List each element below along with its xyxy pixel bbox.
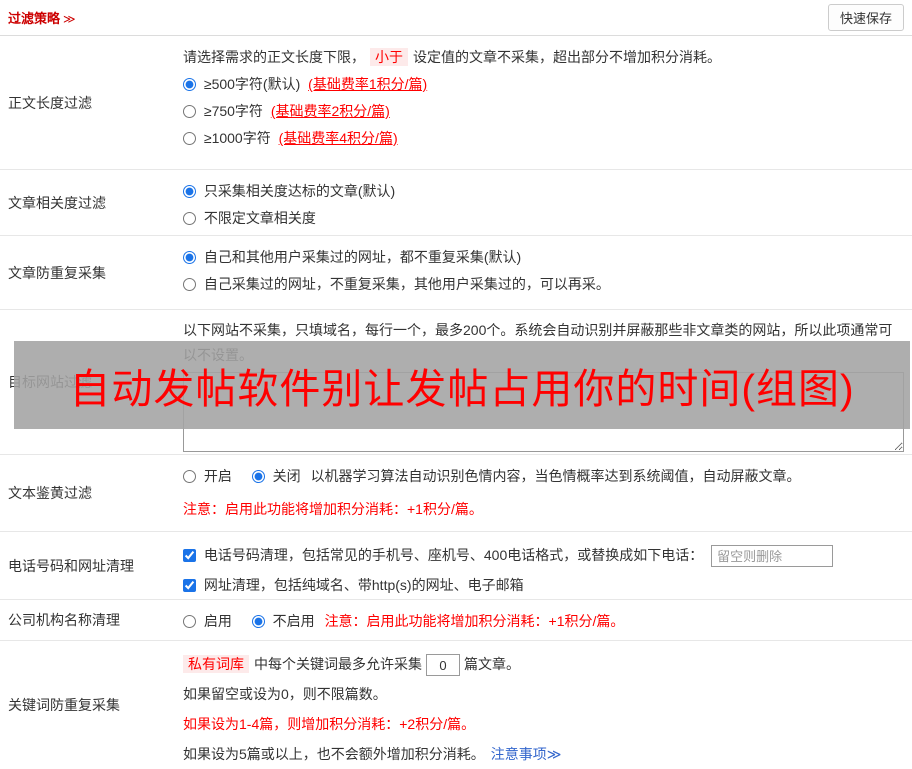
keyword-limit-label: 关键词防重复采集 xyxy=(8,696,120,713)
section-phone-url-clean: 电话号码和网址清理 电话号码清理，包括常见的手机号、座机号、400电话格式，或替… xyxy=(0,532,912,600)
length-option-500-rate: (基础费率1积分/篇) xyxy=(308,76,428,92)
porn-option-off-label: 关闭 xyxy=(272,468,301,484)
keyword-limit-note-five-text: 如果设为5篇或以上，也不会额外增加积分消耗。 xyxy=(183,746,485,762)
section-length-filter: 正文长度过滤 请选择需求的正文长度下限， 小于 设定值的文章不采集，超出部分不增加积… xyxy=(0,36,912,170)
section-dedup-filter: 文章防重复采集 自己和其他用户采集过的网址，都不重复采集(默认) 自己采集过的网… xyxy=(0,236,912,310)
phone-clean-label: 电话号码清理，包括常见的手机号、座机号、400电话格式，或替换成如下电话： xyxy=(203,547,704,563)
section-keyword-limit: 关键词防重复采集 私有词库中每个关键词最多允许采集 篇文章。 如果留空或设为0，则… xyxy=(0,641,912,768)
porn-option-on-label: 开启 xyxy=(203,468,232,484)
length-option-750-label: ≥750字符 xyxy=(203,103,263,119)
chevron-down-icon[interactable]: ≫ xyxy=(63,12,76,26)
keyword-limit-count-input[interactable] xyxy=(426,654,460,677)
less-than-badge: 小于 xyxy=(370,48,408,66)
company-clean-on[interactable]: 启用 xyxy=(183,613,236,629)
relevance-filter-label: 文章相关度过滤 xyxy=(8,194,106,211)
top-bar: 过滤策略 ≫ 快速保存 xyxy=(0,0,912,36)
length-option-500-radio[interactable] xyxy=(183,78,196,91)
url-clean-option[interactable]: 网址清理，包括纯域名、带http(s)的网址、电子邮箱 xyxy=(183,570,904,600)
keyword-limit-text-end: 篇文章。 xyxy=(464,656,520,672)
target-sites-label: 目标网站过滤 xyxy=(8,374,92,390)
private-thesaurus-badge: 私有词库 xyxy=(183,655,249,673)
dedup-option-global-label: 自己和其他用户采集过的网址，都不重复采集(默认) xyxy=(203,249,522,265)
target-sites-intro: 以下网站不采集，只填域名，每行一个，最多200个。系统会自动识别并屏蔽那些非文章… xyxy=(183,322,893,363)
relevance-option-any-label: 不限定文章相关度 xyxy=(203,210,316,226)
porn-option-off-radio[interactable] xyxy=(251,470,265,483)
page-title-text: 过滤策略 xyxy=(8,11,61,26)
phone-clean-checkbox[interactable] xyxy=(183,549,196,562)
dedup-option-global-radio[interactable] xyxy=(183,251,196,264)
length-option-1000[interactable]: ≥1000字符 (基础费率4积分/篇) xyxy=(183,125,904,152)
keyword-limit-row: 私有词库中每个关键词最多允许采集 篇文章。 xyxy=(183,649,904,679)
company-clean-off-label: 不启用 xyxy=(272,613,315,629)
dedup-filter-label: 文章防重复采集 xyxy=(8,264,106,281)
relevance-option-any-radio[interactable] xyxy=(183,212,196,225)
length-filter-intro: 请选择需求的正文长度下限， 小于 设定值的文章不采集，超出部分不增加积分消耗。 xyxy=(183,44,904,71)
notice-link[interactable]: 注意事项≫ xyxy=(491,746,562,762)
company-clean-off-radio[interactable] xyxy=(251,615,265,628)
section-target-sites: 目标网站过滤 以下网站不采集，只填域名，每行一个，最多200个。系统会自动识别并… xyxy=(0,310,912,455)
porn-filter-options: 开启 关闭 以机器学习算法自动识别色情内容，当色情概率达到系统阈值，自动屏蔽文章… xyxy=(183,463,904,490)
dedup-option-self-radio[interactable] xyxy=(183,278,196,291)
length-option-500-label: ≥500字符(默认) xyxy=(203,76,301,92)
porn-filter-description: 以机器学习算法自动识别色情内容，当色情概率达到系统阈值，自动屏蔽文章。 xyxy=(310,468,801,484)
relevance-option-any[interactable]: 不限定文章相关度 xyxy=(183,205,904,232)
keyword-limit-text-mid: 中每个关键词最多允许采集 xyxy=(254,656,422,672)
phone-url-clean-label: 电话号码和网址清理 xyxy=(8,557,134,574)
dedup-option-global[interactable]: 自己和其他用户采集过的网址，都不重复采集(默认) xyxy=(183,244,904,271)
length-option-1000-radio[interactable] xyxy=(183,132,196,145)
quick-save-button[interactable]: 快速保存 xyxy=(827,4,904,31)
length-option-750-radio[interactable] xyxy=(183,105,196,118)
keyword-limit-note-cost: 如果设为1-4篇，则增加积分消耗：+2积分/篇。 xyxy=(183,716,476,732)
porn-option-on[interactable]: 开启 xyxy=(183,468,236,484)
keyword-limit-note-zero: 如果留空或设为0，则不限篇数。 xyxy=(183,686,387,702)
intro-after: 设定值的文章不采集，超出部分不增加积分消耗。 xyxy=(413,49,721,65)
company-clean-note: 注意：启用此功能将增加积分消耗：+1积分/篇。 xyxy=(324,613,625,629)
length-option-750[interactable]: ≥750字符 (基础费率2积分/篇) xyxy=(183,98,904,125)
relevance-option-strict-radio[interactable] xyxy=(183,185,196,198)
length-filter-label: 正文长度过滤 xyxy=(8,94,92,111)
company-clean-on-label: 启用 xyxy=(203,613,232,629)
company-clean-label: 公司机构名称清理 xyxy=(8,612,120,628)
intro-before: 请选择需求的正文长度下限， xyxy=(183,49,365,65)
porn-filter-label: 文本鉴黄过滤 xyxy=(8,485,92,501)
section-porn-filter: 文本鉴黄过滤 开启 关闭 以机器学习算法自动识别色情内容，当色情概率达到系统阈值… xyxy=(0,455,912,532)
relevance-option-strict[interactable]: 只采集相关度达标的文章(默认) xyxy=(183,178,904,205)
company-clean-on-radio[interactable] xyxy=(183,615,196,628)
section-relevance-filter: 文章相关度过滤 只采集相关度达标的文章(默认) 不限定文章相关度 xyxy=(0,170,912,236)
length-option-500[interactable]: ≥500字符(默认) (基础费率1积分/篇) xyxy=(183,71,904,98)
section-company-clean: 公司机构名称清理 启用 不启用 注意：启用此功能将增加积分消耗：+1积分/篇。 xyxy=(0,600,912,641)
relevance-option-strict-label: 只采集相关度达标的文章(默认) xyxy=(203,183,396,199)
phone-clean-row: 电话号码清理，包括常见的手机号、座机号、400电话格式，或替换成如下电话： xyxy=(183,540,904,570)
company-clean-options: 启用 不启用 注意：启用此功能将增加积分消耗：+1积分/篇。 xyxy=(183,608,904,635)
url-clean-checkbox[interactable] xyxy=(183,579,196,592)
company-clean-off[interactable]: 不启用 xyxy=(251,613,319,629)
filter-settings-form: 正文长度过滤 请选择需求的正文长度下限， 小于 设定值的文章不采集，超出部分不增加积… xyxy=(0,36,912,768)
length-option-1000-rate: (基础费率4积分/篇) xyxy=(278,130,398,146)
length-option-1000-label: ≥1000字符 xyxy=(203,130,271,146)
replacement-phone-input[interactable] xyxy=(711,545,834,568)
blocked-sites-textarea[interactable] xyxy=(183,372,904,452)
keyword-limit-note-five: 如果设为5篇或以上，也不会额外增加积分消耗。 注意事项≫ xyxy=(183,739,904,769)
phone-clean-option[interactable]: 电话号码清理，包括常见的手机号、座机号、400电话格式，或替换成如下电话： xyxy=(183,547,707,563)
page-title: 过滤策略 ≫ xyxy=(8,8,76,27)
length-option-750-rate: (基础费率2积分/篇) xyxy=(270,103,390,119)
dedup-option-self[interactable]: 自己采集过的网址，不重复采集，其他用户采集过的，可以再采。 xyxy=(183,271,904,298)
porn-filter-note: 注意：启用此功能将增加积分消耗：+1积分/篇。 xyxy=(183,501,483,517)
dedup-option-self-label: 自己采集过的网址，不重复采集，其他用户采集过的，可以再采。 xyxy=(203,276,610,292)
url-clean-label: 网址清理，包括纯域名、带http(s)的网址、电子邮箱 xyxy=(203,577,524,593)
porn-option-off[interactable]: 关闭 xyxy=(251,468,305,484)
porn-option-on-radio[interactable] xyxy=(183,470,196,483)
